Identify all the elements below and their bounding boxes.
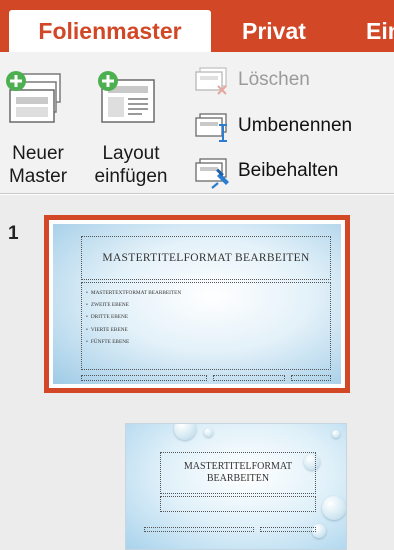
- slide-thumbnail-pane[interactable]: 1 MASTERTITELFORMAT BEARBEITEN MASTERTEX…: [0, 195, 394, 550]
- preserve-label: Beibehalten: [238, 160, 339, 181]
- new-master-button[interactable]: Neuer Master: [0, 52, 76, 194]
- layout-title-placeholder: MASTERTITELFORMAT BEARBEITEN: [160, 452, 316, 494]
- water-drop-decoration: [204, 428, 213, 437]
- footer-placeholder: [81, 375, 207, 381]
- ribbon-tab-bar: Folienmaster Privat Ein: [0, 0, 394, 52]
- master-slide-preview: MASTERTITELFORMAT BEARBEITEN MASTERTEXTF…: [53, 224, 341, 384]
- water-drop-decoration: [322, 496, 346, 520]
- tab-einfuegen[interactable]: Ein: [366, 10, 394, 52]
- master-body-placeholder: MASTERTEXTFORMAT BEARBEITEN ZWEITE EBENE…: [81, 282, 331, 370]
- new-master-icon: [6, 71, 61, 123]
- master-bullet-list: MASTERTEXTFORMAT BEARBEITEN ZWEITE EBENE…: [86, 287, 181, 348]
- ribbon-panel: Neuer Master Layout einfügen Löschen Umb…: [0, 52, 394, 194]
- bullet-level-5: FÜNFTE EBENE: [86, 336, 181, 348]
- rename-label: Umbenennen: [238, 115, 353, 136]
- bullet-level-1: MASTERTEXTFORMAT BEARBEITEN: [86, 287, 181, 299]
- new-master-label: Neuer Master: [8, 143, 68, 187]
- insert-layout-button[interactable]: Layout einfügen: [84, 52, 178, 194]
- bullet-level-2: ZWEITE EBENE: [86, 299, 181, 311]
- insert-layout-icon: [98, 71, 155, 123]
- bullet-level-3: DRITTE EBENE: [86, 311, 181, 323]
- layout-subtitle-placeholder: [160, 496, 316, 512]
- preserve-button[interactable]: Beibehalten: [194, 155, 390, 189]
- insert-layout-label: Layout einfügen: [94, 143, 168, 187]
- delete-button[interactable]: Löschen: [194, 64, 390, 96]
- tab-privat[interactable]: Privat: [242, 10, 306, 52]
- delete-label: Löschen: [238, 69, 310, 90]
- rename-button[interactable]: Umbenennen: [194, 110, 390, 142]
- delete-layout-icon: [195, 67, 227, 95]
- master-title-placeholder: MASTERTITELFORMAT BEARBEITEN: [81, 236, 331, 280]
- layout-footer-placeholder: [144, 527, 254, 532]
- rename-icon: [195, 113, 227, 142]
- master-number: 1: [8, 223, 19, 244]
- preserve-pin-icon: [195, 158, 229, 189]
- layout-thumbnail-1[interactable]: MASTERTITELFORMAT BEARBEITEN: [125, 423, 347, 550]
- slide-number-placeholder: [291, 375, 331, 381]
- tab-folienmaster[interactable]: Folienmaster: [9, 10, 211, 52]
- date-placeholder: [213, 375, 285, 381]
- water-drop-decoration: [332, 430, 340, 438]
- layout-date-placeholder: [260, 527, 316, 532]
- master-thumbnail[interactable]: MASTERTITELFORMAT BEARBEITEN MASTERTEXTF…: [44, 215, 350, 393]
- water-drop-decoration: [174, 424, 196, 440]
- bullet-level-4: VIERTE EBENE: [86, 324, 181, 336]
